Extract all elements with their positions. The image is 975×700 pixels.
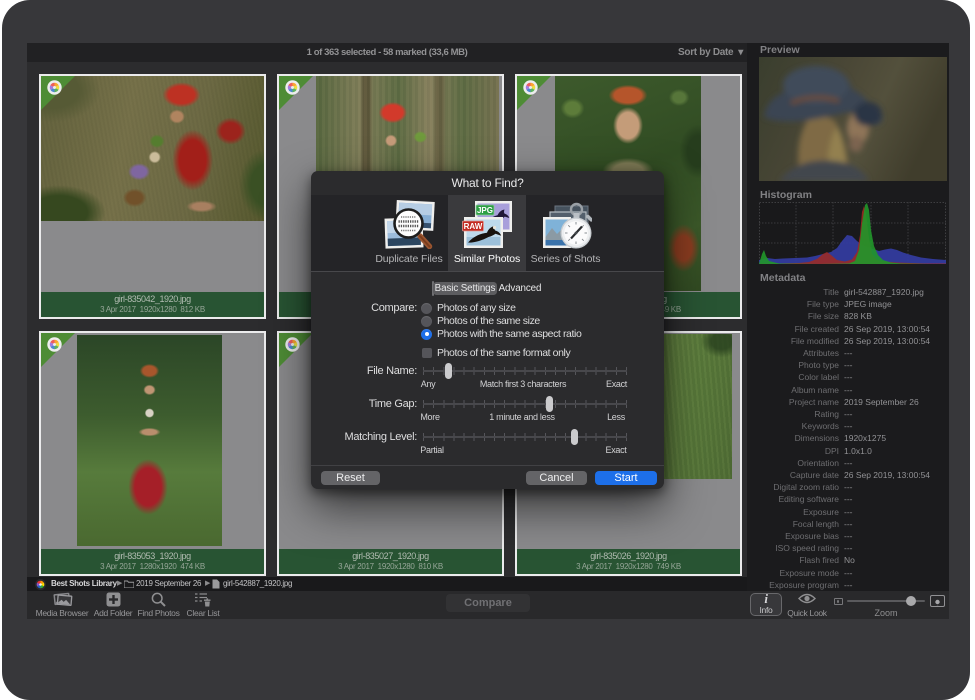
svg-text:RAW: RAW [464,222,483,231]
svg-text:JPG: JPG [477,206,493,215]
